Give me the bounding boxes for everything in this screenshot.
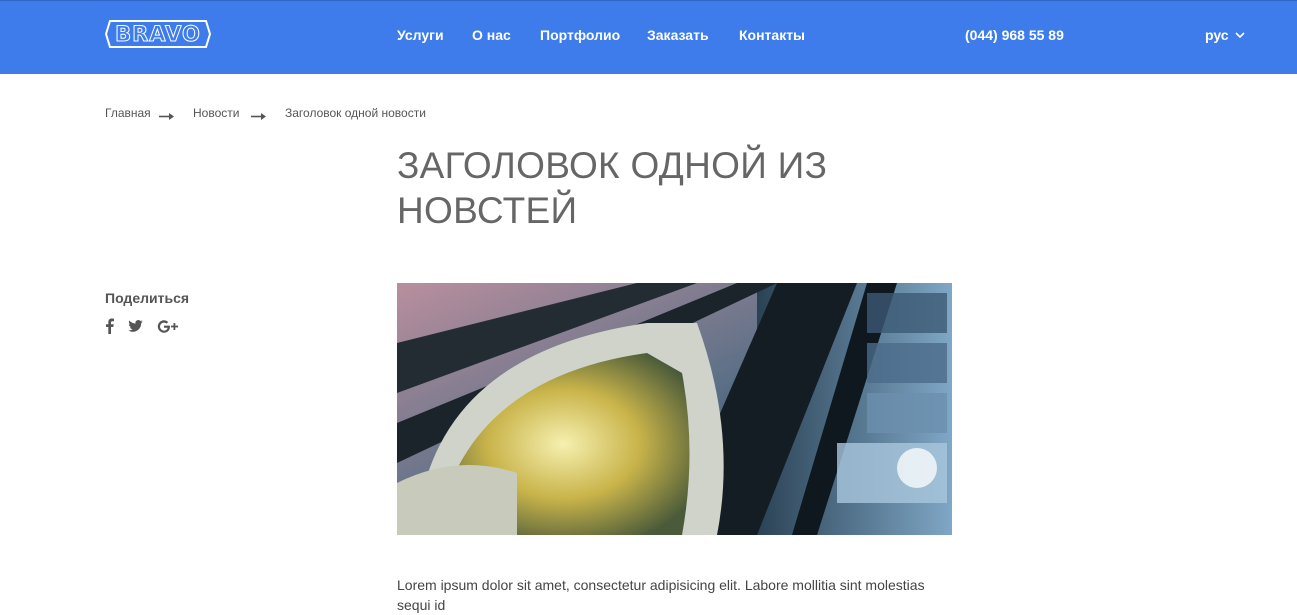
arrow-right-icon [159, 108, 174, 126]
logo-text: BRAVO [115, 22, 201, 47]
site-header: BRAVO Услуги О нас Портфолио Заказать Ко… [0, 0, 1297, 74]
nav-item-portfolio[interactable]: Портфолио [540, 25, 620, 45]
logo[interactable]: BRAVO [104, 19, 212, 49]
nav-item-about[interactable]: О нас [472, 25, 511, 45]
language-selector[interactable]: рус [1205, 25, 1245, 45]
page-title: Заголовок одной из новстей [397, 145, 828, 231]
chevron-down-icon [1235, 31, 1245, 39]
article-body: Lorem ipsum dolor sit amet, consectetur … [397, 577, 925, 613]
breadcrumb-news[interactable]: Новости [193, 104, 239, 122]
google-plus-icon[interactable] [157, 320, 179, 333]
phone-number[interactable]: (044) 968 55 89 [965, 25, 1064, 45]
breadcrumb-current: Заголовок одной новости [285, 106, 426, 120]
arrow-right-icon [251, 108, 266, 126]
facebook-icon[interactable] [105, 318, 114, 334]
language-label: рус [1205, 27, 1229, 43]
twitter-icon[interactable] [128, 320, 143, 332]
article-image [397, 283, 952, 535]
breadcrumb-home[interactable]: Главная [105, 104, 151, 122]
nav-item-contacts[interactable]: Контакты [739, 25, 805, 45]
nav-item-order[interactable]: Заказать [647, 25, 709, 45]
nav-item-services[interactable]: Услуги [397, 25, 444, 45]
share-label: Поделиться [105, 290, 190, 306]
